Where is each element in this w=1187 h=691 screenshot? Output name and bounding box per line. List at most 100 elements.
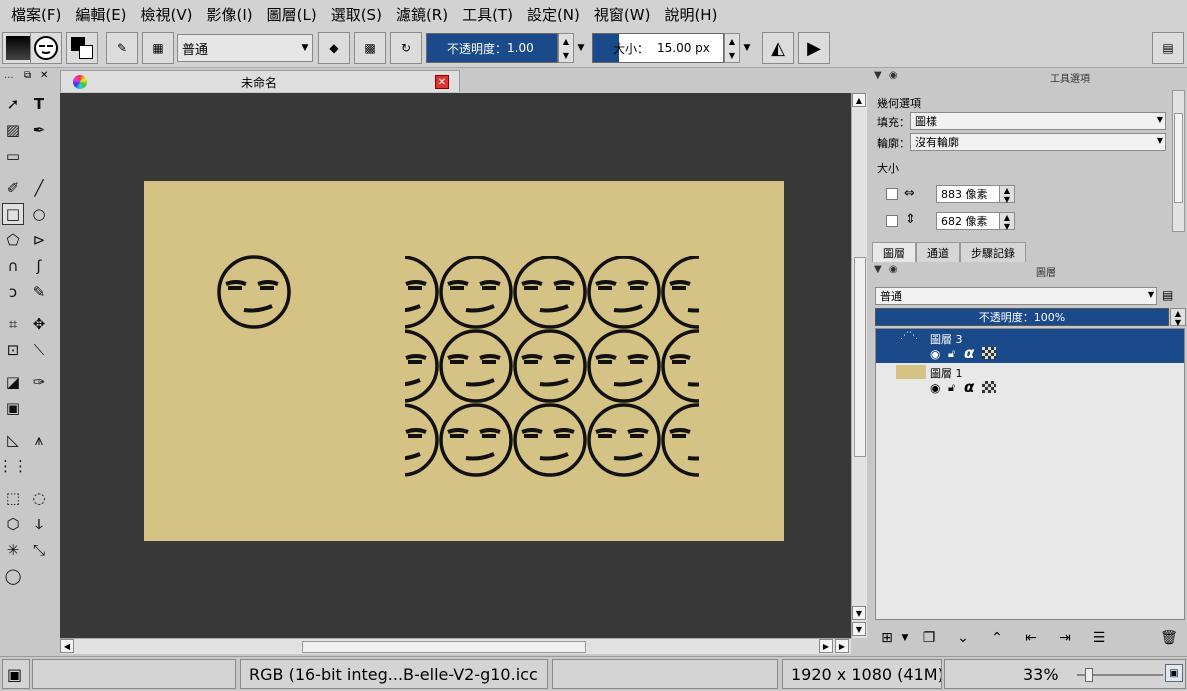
freehand-select-icon[interactable]: ↆ: [28, 513, 50, 535]
lock-icon[interactable]: 🔓︎: [948, 347, 955, 361]
fill-icon[interactable]: ◪: [2, 371, 24, 393]
close-document-icon[interactable]: ✕: [435, 75, 449, 89]
layer-properties-button[interactable]: ☰: [1088, 628, 1110, 648]
gradient-icon[interactable]: ▣: [2, 397, 24, 419]
tool-options-scrollbar[interactable]: [1172, 90, 1185, 232]
assistant-tool-icon[interactable]: ▭: [2, 145, 24, 167]
transform-icon[interactable]: ⊡: [2, 339, 24, 361]
magic-wand-icon[interactable]: ✳: [2, 539, 24, 561]
blend-mode-select[interactable]: 普通 ▼: [177, 34, 313, 62]
layer-row[interactable]: 圖層 1 ◉ 🔓︎ α: [876, 363, 1184, 397]
move-icon[interactable]: ✥: [28, 313, 50, 335]
menu-tools[interactable]: 工具(T): [455, 4, 520, 25]
tab-channels[interactable]: 通道: [916, 242, 960, 262]
document-tab[interactable]: 未命名 ✕: [60, 70, 460, 92]
rect-select-icon[interactable]: ⬚: [2, 487, 24, 509]
bezier-icon[interactable]: ∩: [2, 255, 24, 277]
duplicate-layer-button[interactable]: ❐: [918, 628, 940, 648]
color-swatch-button[interactable]: [66, 32, 98, 64]
zoom-slider-handle[interactable]: [1084, 668, 1093, 682]
fill-select[interactable]: 圖樣 ▼: [910, 112, 1166, 130]
delete-layer-button[interactable]: 🗑︎: [1158, 628, 1180, 648]
scroll-right-icon[interactable]: ▶: [819, 639, 833, 653]
mirror-horizontal-button[interactable]: ◭: [762, 32, 794, 64]
canvas-area[interactable]: [60, 93, 851, 638]
layer-row[interactable]: ⋰⋱ 圖層 3 ◉ 🔓︎ α: [876, 329, 1184, 363]
lock-icon[interactable]: 🔓︎: [948, 381, 955, 395]
vertical-scroll-thumb[interactable]: [854, 257, 866, 457]
tab-history[interactable]: 步驟記錄: [960, 242, 1026, 262]
scroll-up-icon[interactable]: ▲: [852, 93, 866, 107]
visibility-eye-icon[interactable]: ◉: [930, 347, 940, 361]
height-input[interactable]: 682 像素: [936, 212, 1000, 230]
menu-view[interactable]: 檢視(V): [134, 4, 200, 25]
similar-select-icon[interactable]: ⤡: [28, 539, 50, 561]
export-layer-button[interactable]: ⇥: [1054, 628, 1076, 648]
mirror-vertical-button[interactable]: ▶: [798, 32, 830, 64]
menu-layer[interactable]: 圖層(L): [260, 4, 324, 25]
close-icon[interactable]: ✕: [40, 70, 48, 81]
polyline-icon[interactable]: ⊳: [28, 229, 50, 251]
lock-docker-icon[interactable]: ◉: [889, 70, 898, 81]
color-picker-icon[interactable]: ✑: [28, 371, 50, 393]
calligraphy-icon[interactable]: ✒: [28, 119, 50, 141]
width-spinner[interactable]: ▲ ▼: [999, 185, 1015, 204]
layers-list[interactable]: ⋰⋱ 圖層 3 ◉ 🔓︎ α 圖層 1 ◉ 🔓︎ α: [875, 328, 1185, 620]
freehand-path-icon[interactable]: ʃ: [28, 255, 50, 277]
ellipse-select-icon[interactable]: ◌: [28, 487, 50, 509]
opacity-slider[interactable]: 不透明度： 1.00: [426, 33, 558, 63]
alpha-icon[interactable]: α: [964, 344, 974, 362]
scroll-right-end-icon[interactable]: ▶: [835, 639, 849, 653]
menu-help[interactable]: 說明(H): [657, 4, 724, 25]
eraser-mode-button[interactable]: ◆: [318, 32, 350, 64]
menu-window[interactable]: 視窗(W): [587, 4, 658, 25]
menu-settings[interactable]: 設定(N): [520, 4, 587, 25]
move-layer-down-button[interactable]: ⌄: [952, 628, 974, 648]
width-input[interactable]: 883 像素: [936, 185, 1000, 203]
float-icon[interactable]: ⧉: [24, 70, 31, 81]
size-spinner[interactable]: ▲ ▼: [724, 33, 740, 63]
polygon-icon[interactable]: ⬠: [2, 229, 24, 251]
collapse-icon[interactable]: ▼: [874, 70, 882, 81]
layer-opacity-spinner[interactable]: ▲ ▼: [1170, 308, 1186, 327]
size-dropdown-icon[interactable]: ▼: [741, 33, 753, 63]
tool-options-scroll-thumb[interactable]: [1174, 113, 1183, 203]
menu-filter[interactable]: 濾鏡(R): [389, 4, 455, 25]
tab-layers[interactable]: 圖層: [872, 242, 916, 262]
layer-opacity-slider[interactable]: 不透明度：100%: [875, 308, 1169, 326]
selection-mode-icon[interactable]: ▣: [2, 659, 30, 689]
alpha-lock-icon[interactable]: [982, 347, 996, 359]
height-spinner[interactable]: ▲ ▼: [999, 212, 1015, 231]
opacity-spinner[interactable]: ▲ ▼: [558, 33, 574, 63]
rectangle-icon[interactable]: □: [2, 203, 24, 225]
bezier-select-icon[interactable]: ◯: [2, 565, 24, 587]
poly-select-icon[interactable]: ⬡: [2, 513, 24, 535]
grid-icon[interactable]: ⋮⋮: [0, 455, 28, 477]
add-layer-dropdown-icon[interactable]: ▼: [894, 628, 916, 648]
height-checkbox[interactable]: [886, 215, 898, 227]
layer-blend-select[interactable]: 普通 ▼: [875, 287, 1157, 305]
pattern-preset-button[interactable]: [30, 32, 62, 64]
text-icon[interactable]: T: [28, 93, 50, 115]
horizontal-scroll-thumb[interactable]: [302, 641, 586, 653]
blend-presets-button[interactable]: ▦: [142, 32, 174, 64]
multibrush-icon[interactable]: ✎: [28, 281, 50, 303]
layer-options-icon[interactable]: ▤: [1162, 288, 1173, 302]
alpha-lock-button[interactable]: ▩: [354, 32, 386, 64]
horizontal-scrollbar[interactable]: ◀ ▶ ▶: [60, 638, 851, 654]
vertical-scrollbar[interactable]: ▲ ▼ ▼: [851, 93, 867, 638]
pattern-icon[interactable]: ▨: [2, 119, 24, 141]
menu-image[interactable]: 影像(I): [200, 4, 260, 25]
alpha-lock-icon[interactable]: [982, 381, 996, 393]
image-canvas[interactable]: [144, 181, 784, 541]
reload-preset-button[interactable]: ↻: [390, 32, 422, 64]
scroll-down-end-icon[interactable]: ▼: [852, 622, 866, 636]
menu-file[interactable]: 檔案(F): [4, 4, 68, 25]
lock-docker-icon[interactable]: ◉: [889, 264, 898, 275]
visibility-eye-icon[interactable]: ◉: [930, 381, 940, 395]
workspace-button[interactable]: ▤: [1152, 32, 1184, 64]
import-layer-button[interactable]: ⇤: [1020, 628, 1042, 648]
scroll-left-icon[interactable]: ◀: [60, 639, 74, 653]
select-icon[interactable]: ➚: [2, 93, 24, 115]
outline-select[interactable]: 沒有輪廓 ▼: [910, 133, 1166, 151]
